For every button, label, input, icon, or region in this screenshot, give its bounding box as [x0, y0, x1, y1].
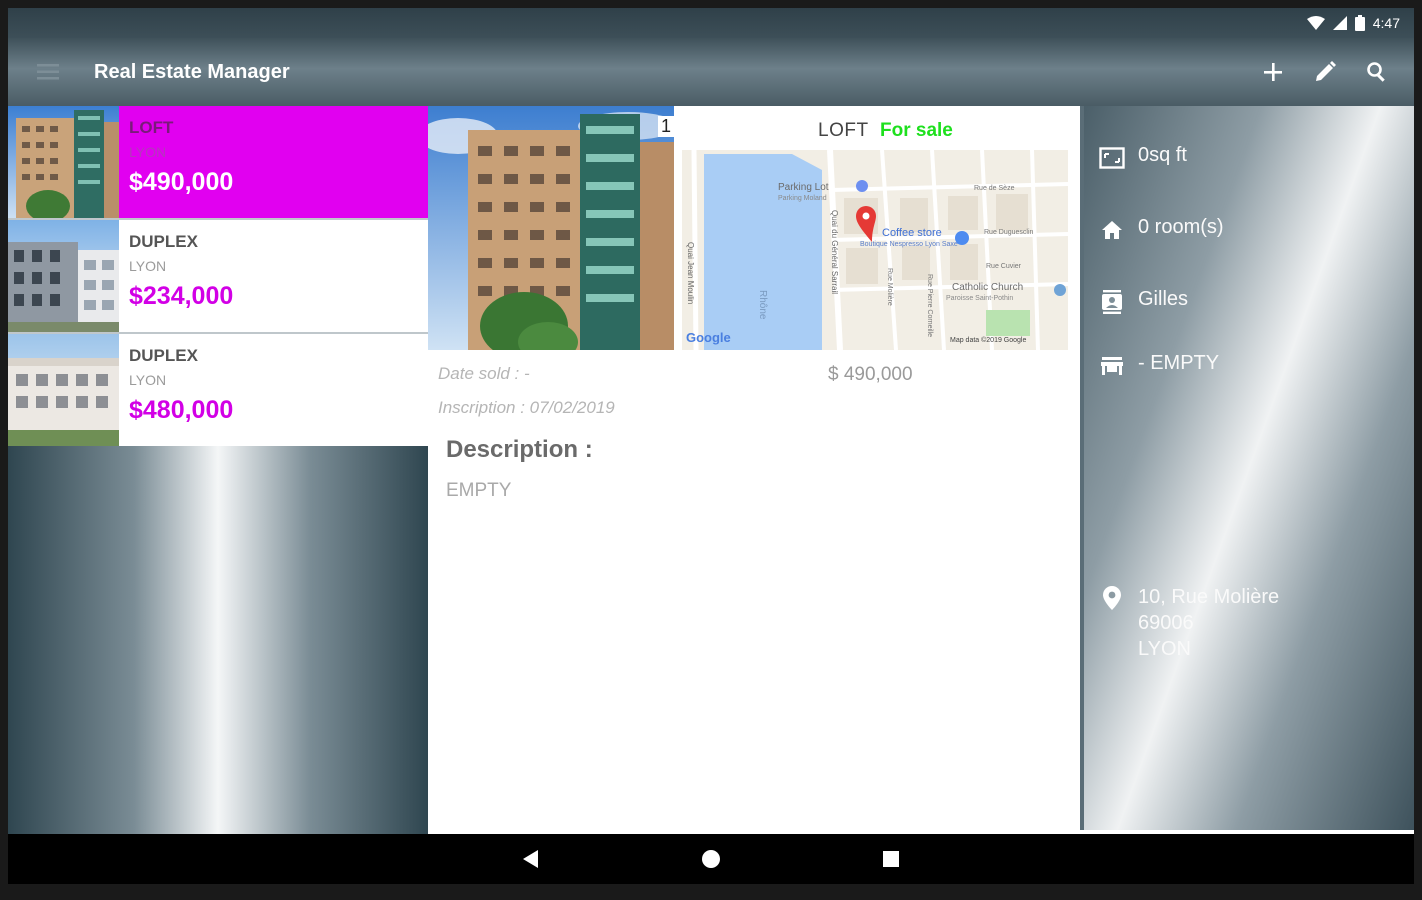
address-city: LYON — [1138, 638, 1191, 660]
property-thumbnail — [8, 334, 119, 446]
search-button[interactable] — [1354, 49, 1400, 95]
property-thumbnail — [8, 106, 119, 218]
recents-button[interactable] — [871, 839, 911, 879]
status-time: 4:47 — [1372, 15, 1400, 31]
map-label-church: Catholic Church — [952, 282, 1023, 293]
google-logo: Google — [686, 330, 731, 345]
location-pin-icon — [1098, 584, 1126, 612]
signal-icon — [1332, 16, 1347, 30]
back-button[interactable] — [511, 839, 551, 879]
map-label-parking: Parking Lot — [778, 182, 829, 193]
property-city: LYON — [129, 258, 167, 274]
map-label-store-sub: Boutique Nespresso Lyon Saxe — [860, 241, 958, 248]
property-list: LOFT LYON $490,000 DUPLEX LYON $234,000 … — [8, 106, 428, 834]
map-label-parking-sub: Parking Moland — [778, 195, 827, 202]
poi-row: - EMPTY — [1098, 352, 1219, 380]
rooms-value: 0 room(s) — [1138, 216, 1224, 238]
description-title: Description : — [446, 436, 593, 463]
poi-value: - EMPTY — [1138, 352, 1220, 374]
list-item[interactable]: DUPLEX LYON $234,000 — [8, 220, 428, 332]
property-price: $490,000 — [129, 168, 234, 196]
property-type: DUPLEX — [129, 346, 198, 365]
date-sold: Date sold : - — [438, 364, 530, 383]
edit-icon — [1316, 61, 1336, 81]
home-icon — [1098, 216, 1126, 244]
property-price: $234,000 — [129, 282, 234, 310]
map-label-store: Coffee store — [882, 227, 942, 239]
map-label-street2: Quai Jean Moulin — [686, 242, 695, 304]
agent-name: Gilles — [1138, 288, 1189, 310]
address-street: 10, Rue Molière — [1138, 586, 1280, 608]
menu-icon — [37, 64, 59, 80]
contact-icon — [1098, 288, 1126, 316]
back-icon — [523, 850, 538, 868]
map-label-river: Rhône — [757, 290, 768, 320]
address-zip: 69006 — [1138, 612, 1194, 634]
system-nav-bar — [8, 834, 1414, 884]
surface-icon — [1098, 144, 1126, 172]
location-map[interactable]: Parking Lot Parking Moland Coffee store … — [682, 150, 1068, 350]
app-title: Real Estate Manager — [94, 60, 290, 83]
detail-type: LOFT — [818, 120, 869, 141]
map-label-rue2: Rue Duguesclin — [984, 229, 1034, 236]
property-type: LOFT — [129, 118, 174, 137]
map-label-rue3: Rue Cuvier — [986, 263, 1022, 270]
surface-value: 0sq ft — [1138, 144, 1187, 166]
property-price: $480,000 — [129, 396, 234, 424]
map-label-rue4: Rue Molière — [886, 268, 893, 306]
home-nav-icon — [702, 850, 720, 868]
add-icon — [1264, 63, 1282, 81]
list-item[interactable]: LOFT LYON $490,000 — [8, 106, 428, 218]
app-toolbar: Real Estate Manager — [8, 38, 1414, 106]
edit-button[interactable] — [1302, 49, 1348, 95]
map-label-rue5: Rue Pierre Corneille — [926, 274, 933, 337]
search-icon — [1367, 62, 1385, 82]
screen: 4:47 Real Estate Manager LOFT LYON $490,… — [8, 8, 1414, 884]
map-label-church-sub: Paroisse Saint-Pothin — [946, 295, 1013, 302]
property-detail: 1 LOFT For sale Parking Lot Parking Mola… — [428, 106, 1078, 834]
property-thumbnail — [8, 220, 119, 332]
surface-row: 0sq ft — [1098, 144, 1187, 172]
description-value: EMPTY — [446, 480, 512, 501]
store-icon — [1098, 352, 1126, 380]
map-label-rue1: Rue de Sèze — [974, 185, 1015, 192]
wifi-icon — [1306, 16, 1325, 30]
property-photo[interactable] — [428, 106, 674, 350]
battery-icon — [1354, 15, 1365, 31]
map-credit: Map data ©2019 Google — [950, 336, 1026, 344]
photo-index: 1 — [658, 116, 674, 137]
property-info: 0sq ft 0 room(s) Gilles - EMPTY 10, Rue … — [1080, 106, 1414, 830]
inscription-date: Inscription : 07/02/2019 — [438, 398, 615, 417]
home-button[interactable] — [691, 839, 731, 879]
add-button[interactable] — [1250, 49, 1296, 95]
property-city: LYON — [129, 372, 167, 388]
status-bar: 4:47 — [8, 8, 1414, 38]
detail-status: For sale — [880, 120, 953, 141]
detail-price: $ 490,000 — [828, 364, 913, 385]
device-frame: 4:47 Real Estate Manager LOFT LYON $490,… — [0, 0, 1422, 900]
map-label-street1: Quai du Général Sarrail — [830, 210, 839, 294]
menu-button[interactable] — [18, 42, 78, 102]
property-type: DUPLEX — [129, 232, 198, 251]
rooms-row: 0 room(s) — [1098, 216, 1224, 244]
property-city: LYON — [129, 144, 167, 160]
recents-icon — [883, 851, 899, 867]
address-row: 10, Rue Molière 69006 LYON — [1098, 584, 1279, 662]
agent-row: Gilles — [1098, 288, 1188, 316]
list-item[interactable]: DUPLEX LYON $480,000 — [8, 334, 428, 446]
